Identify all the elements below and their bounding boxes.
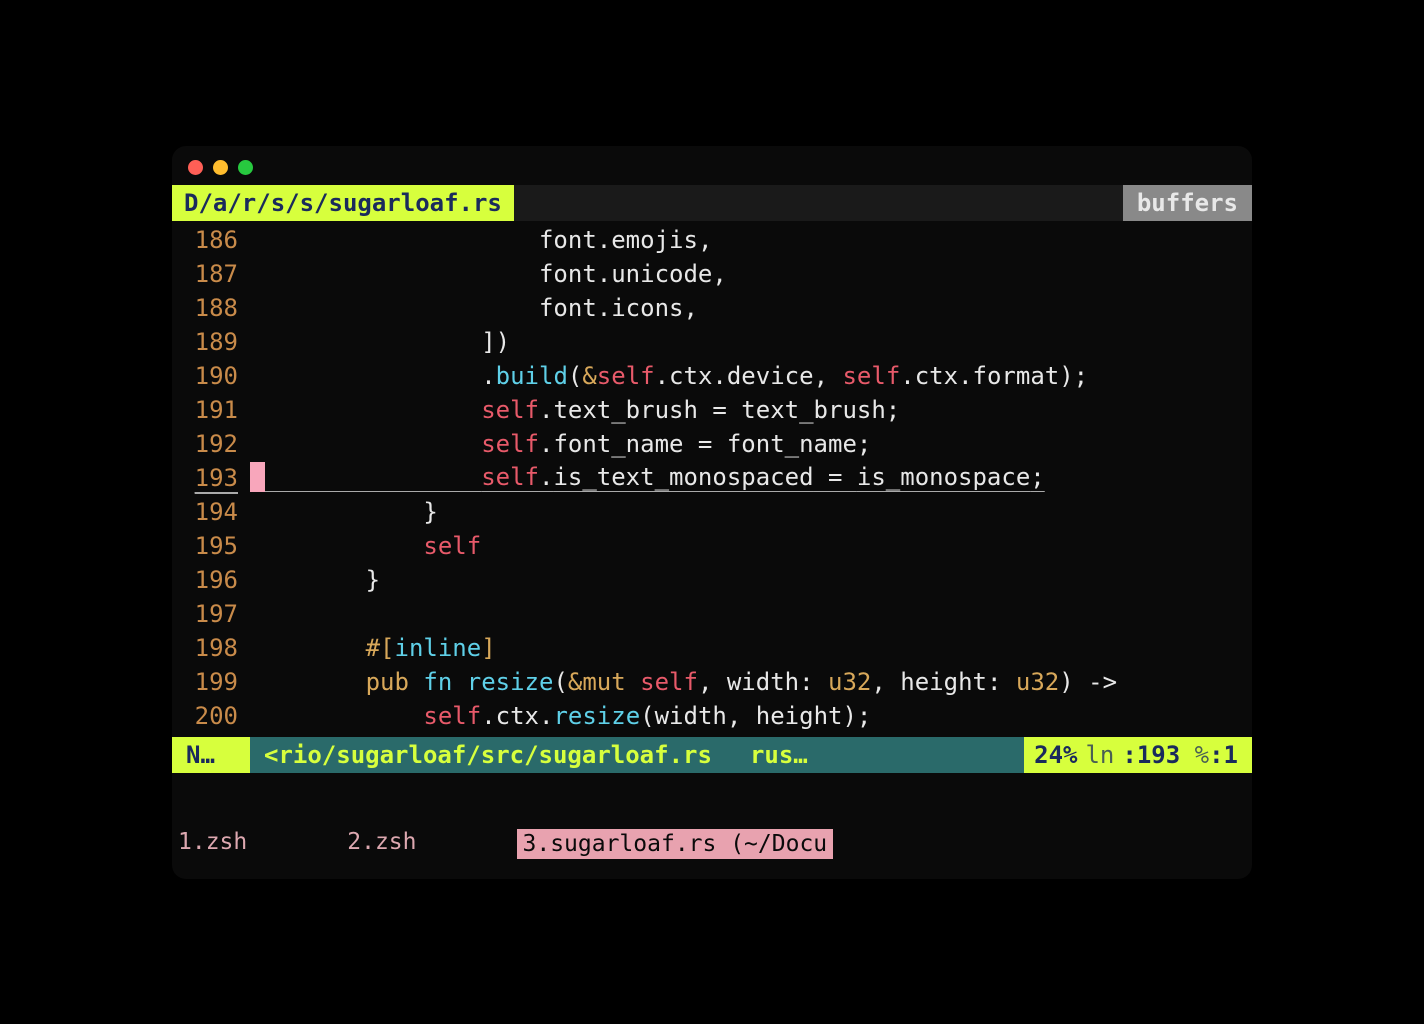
window-titlebar: [172, 146, 1252, 185]
line-number: 195: [172, 532, 250, 560]
tab[interactable]: 1.zsh: [178, 829, 247, 859]
status-filetype: rus…: [750, 741, 808, 769]
code-line[interactable]: 186 font.emojis,: [172, 223, 1252, 257]
code-line[interactable]: 192 self.font_name = font_name;: [172, 427, 1252, 461]
status-percent: 24%: [1034, 741, 1077, 769]
code-line[interactable]: 196 }: [172, 563, 1252, 597]
line-number: 198: [172, 634, 250, 662]
status-ln-label: ln: [1085, 741, 1114, 769]
line-number: 189: [172, 328, 250, 356]
terminal-window: D/a/r/s/s/sugarloaf.rs buffers 186 font.…: [172, 146, 1252, 879]
code-content: font.emojis,: [250, 226, 712, 254]
line-number: 188: [172, 294, 250, 322]
status-path: <rio/sugarloaf/src/sugarloaf.rs rus…: [250, 737, 1024, 773]
code-content: .build(&self.ctx.device, self.ctx.format…: [250, 362, 1088, 390]
line-number: 194: [172, 498, 250, 526]
code-content: pub fn resize(&mut self, width: u32, hei…: [250, 668, 1117, 696]
code-content: self.text_brush = text_brush;: [250, 396, 900, 424]
code-content: #[inline]: [250, 634, 496, 662]
status-ln-value: :193: [1122, 741, 1180, 769]
code-content: font.icons,: [250, 294, 698, 322]
code-line[interactable]: 198 #[inline]: [172, 631, 1252, 665]
line-number: 197: [172, 600, 250, 628]
code-line[interactable]: 189 ]): [172, 325, 1252, 359]
status-col-value: :1: [1209, 741, 1238, 769]
file-path-badge: D/a/r/s/s/sugarloaf.rs: [172, 185, 514, 221]
status-col-label: %: [1195, 741, 1209, 769]
code-line[interactable]: 194 }: [172, 495, 1252, 529]
line-number: 190: [172, 362, 250, 390]
status-filepath: <rio/sugarloaf/src/sugarloaf.rs: [264, 741, 712, 769]
buffers-badge[interactable]: buffers: [1123, 185, 1252, 221]
code-content: ]): [250, 328, 510, 356]
minimize-icon[interactable]: [213, 160, 228, 175]
code-content: }: [250, 498, 438, 526]
code-content: self.ctx.resize(width, height);: [250, 702, 871, 730]
code-line[interactable]: 197: [172, 597, 1252, 631]
line-number: 193: [172, 464, 250, 492]
code-line[interactable]: 199 pub fn resize(&mut self, width: u32,…: [172, 665, 1252, 699]
maximize-icon[interactable]: [238, 160, 253, 175]
code-content: self.is_text_monospaced = is_monospace;: [250, 463, 1045, 493]
code-content: self: [250, 532, 481, 560]
tab[interactable]: 2.zsh: [347, 829, 416, 859]
code-line[interactable]: 193 self.is_text_monospaced = is_monospa…: [172, 461, 1252, 495]
code-line[interactable]: 188 font.icons,: [172, 291, 1252, 325]
code-line[interactable]: 200 self.ctx.resize(width, height);: [172, 699, 1252, 733]
tab-bar: 1.zsh 2.zsh 3.sugarloaf.rs (~/Docu: [172, 829, 1252, 859]
code-line[interactable]: 187 font.unicode,: [172, 257, 1252, 291]
tab-active[interactable]: 3.sugarloaf.rs (~/Docu: [517, 829, 834, 859]
code-content: font.unicode,: [250, 260, 727, 288]
cursor-icon: [250, 462, 265, 492]
status-line: N… <rio/sugarloaf/src/sugarloaf.rs rus… …: [172, 737, 1252, 773]
line-number: 186: [172, 226, 250, 254]
line-number: 191: [172, 396, 250, 424]
code-line[interactable]: 195 self: [172, 529, 1252, 563]
line-number: 192: [172, 430, 250, 458]
mode-indicator: N…: [172, 737, 250, 773]
code-content: }: [250, 566, 380, 594]
close-icon[interactable]: [188, 160, 203, 175]
line-number: 200: [172, 702, 250, 730]
code-line[interactable]: 190 .build(&self.ctx.device, self.ctx.fo…: [172, 359, 1252, 393]
code-line[interactable]: 191 self.text_brush = text_brush;: [172, 393, 1252, 427]
header-fill: [514, 185, 1123, 221]
code-editor[interactable]: 186 font.emojis,187 font.unicode,188 fon…: [172, 221, 1252, 737]
line-number: 196: [172, 566, 250, 594]
line-number: 199: [172, 668, 250, 696]
code-content: self.font_name = font_name;: [250, 430, 871, 458]
status-position: 24% ln :193 %:1: [1024, 737, 1252, 773]
editor-header: D/a/r/s/s/sugarloaf.rs buffers: [172, 185, 1252, 221]
line-number: 187: [172, 260, 250, 288]
